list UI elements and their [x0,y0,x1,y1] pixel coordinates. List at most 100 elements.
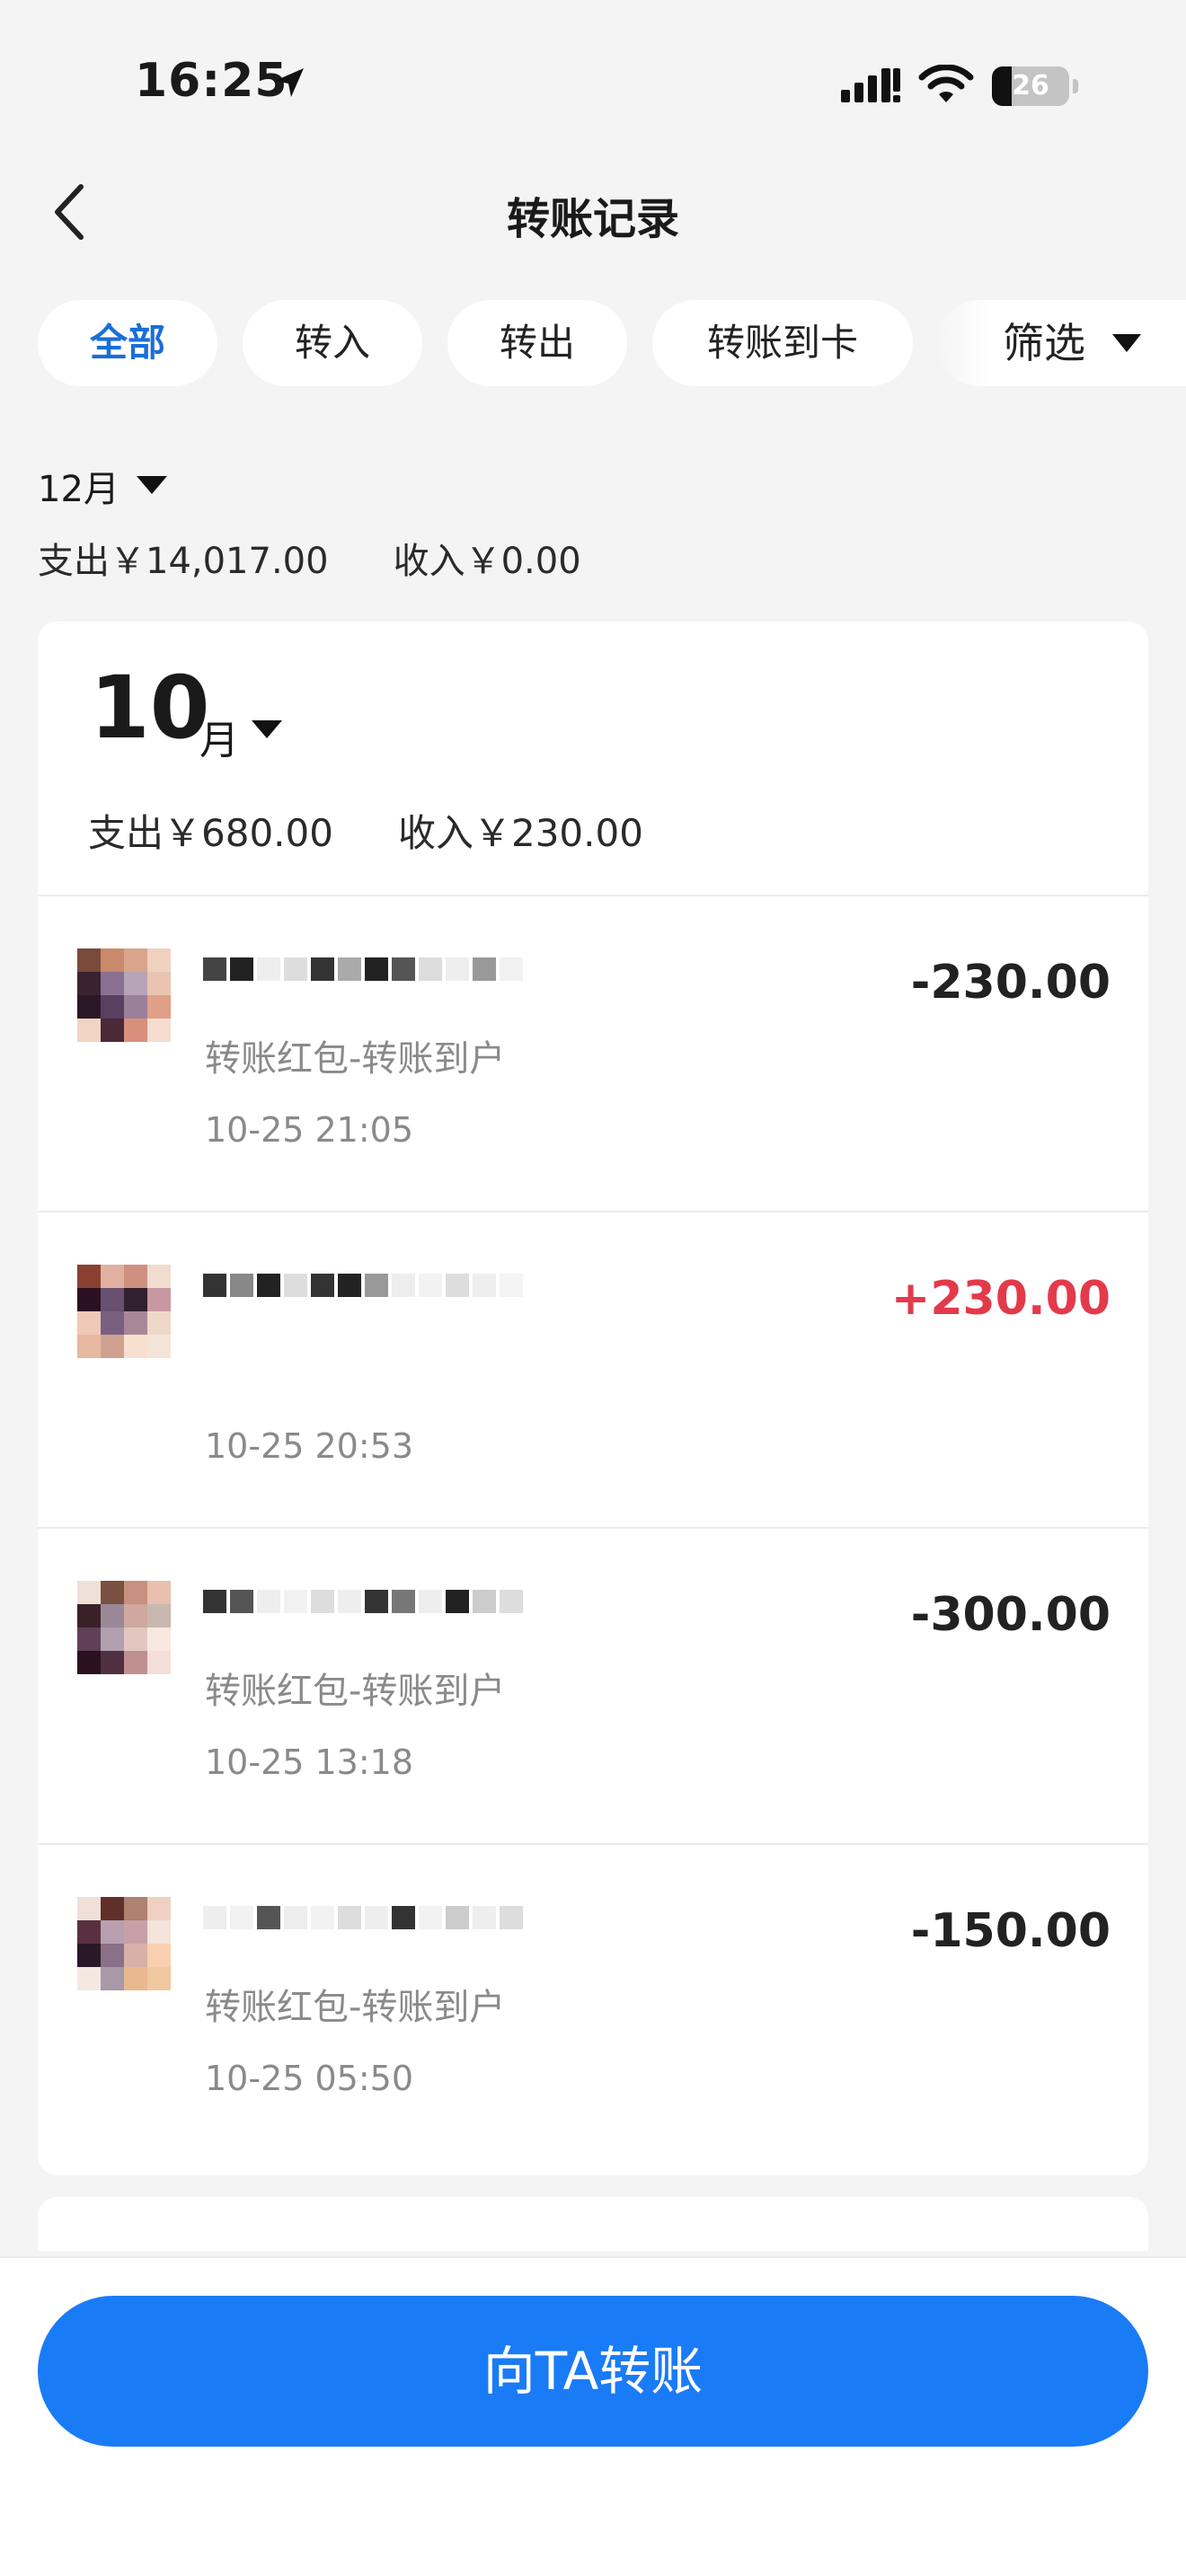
month-unit[interactable]: 月 [199,708,239,765]
avatar-pixel [101,1288,124,1311]
avatar-pixel [147,1288,171,1311]
expense-total: 支出￥14,017.00 [38,541,329,582]
blur-pixel [446,1274,469,1297]
blur-pixel [311,957,334,981]
expense-total: 支出￥680.00 [88,811,333,855]
blur-pixel [230,1274,253,1297]
blur-pixel [473,1274,496,1297]
avatar-pixel [124,1265,147,1288]
transaction-row[interactable]: 10-25 20:53 +230.00 [38,1211,1148,1527]
chip-all[interactable]: 全部 [38,300,217,386]
blur-pixel [500,1590,523,1613]
battery-icon: 26 [992,66,1069,106]
income-total: 收入￥0.00 [393,541,581,582]
month-summary: 支出￥680.00 收入￥230.00 [88,803,643,858]
avatar-pixel [124,1604,147,1628]
avatar-pixel [101,995,124,1019]
avatar-pixel [147,1335,171,1358]
avatar-pixel [101,1311,124,1335]
blur-pixel [365,957,388,981]
avatar-pixel [124,1019,147,1042]
blur-pixel [392,1590,415,1613]
battery-cap [1073,79,1078,93]
page-title: 转账记录 [506,194,679,244]
next-month-card [38,2197,1148,2251]
avatar-pixel [101,1335,124,1358]
transaction-desc: 转账红包-转账到户 [205,1038,506,1080]
filter-button[interactable]: 筛选 [936,300,1186,386]
blur-pixel [365,1274,388,1297]
transaction-row[interactable]: 转账红包-转账到户 10-25 21:05 -230.00 [38,895,1148,1211]
avatar-pixel [77,1651,101,1674]
transaction-amount: -300.00 [910,1588,1111,1642]
avatar-pixel [147,948,171,972]
month-selector-dec[interactable]: 12月 [38,460,119,512]
blur-pixel [257,1906,280,1929]
blur-pixel [338,957,361,981]
avatar-pixel [147,1265,171,1288]
location-arrow-icon [275,68,304,97]
blur-pixel [392,1906,415,1929]
blur-pixel [257,957,280,981]
blur-pixel [230,957,253,981]
month-card: 10 月 支出￥680.00 收入￥230.00 转账红包-转账到户 10-25 … [38,622,1148,2175]
transaction-row[interactable]: 转账红包-转账到户 10-25 05:50 -150.00 [38,1843,1148,2159]
avatar [77,1897,171,1990]
blur-pixel [311,1274,334,1297]
avatar-pixel [101,1628,124,1651]
avatar-pixel [101,1897,124,1920]
avatar-pixel [124,1581,147,1604]
caret-down-icon[interactable] [252,720,282,738]
filter-label: 筛选 [1003,319,1085,367]
avatar-pixel [101,1944,124,1967]
blur-pixel [284,1274,307,1297]
chip-outgoing[interactable]: 转出 [447,300,627,386]
avatar [77,1581,171,1674]
transfer-to-them-button[interactable]: 向TA转账 [38,2296,1148,2447]
blur-pixel [446,1590,469,1613]
avatar-pixel [77,1581,101,1604]
transaction-amount: -150.00 [910,1904,1111,1958]
month-summary-dec: 支出￥14,017.00 收入￥0.00 [38,532,581,584]
blurred-name [203,1581,634,1635]
transaction-time: 10-25 21:05 [205,1110,414,1150]
avatar-pixel [124,995,147,1019]
blur-pixel [473,1906,496,1929]
avatar-pixel [147,1651,171,1674]
blur-pixel [257,1590,280,1613]
avatar-pixel [124,1311,147,1335]
blur-pixel [311,1906,334,1929]
avatar-pixel [147,995,171,1019]
blur-pixel [257,1274,280,1297]
avatar-pixel [101,1019,124,1042]
avatar-pixel [124,1651,147,1674]
avatar-pixel [124,1335,147,1358]
avatar-pixel [77,1967,101,1990]
avatar-pixel [101,1651,124,1674]
transaction-amount: +230.00 [890,1272,1111,1326]
avatar-pixel [124,948,147,972]
avatar-pixel [124,1967,147,1990]
caret-down-icon[interactable] [137,476,167,494]
avatar-pixel [124,1944,147,1967]
blur-pixel [338,1590,361,1613]
avatar-pixel [101,948,124,972]
chip-incoming[interactable]: 转入 [243,300,422,386]
avatar-pixel [77,1604,101,1628]
chip-to-card[interactable]: 转账到卡 [652,300,913,386]
transaction-row[interactable]: 转账红包-转账到户 10-25 13:18 -300.00 [38,1527,1148,1843]
blurred-name [203,948,634,1002]
blur-pixel [419,1590,442,1613]
blur-pixel [284,957,307,981]
avatar-pixel [77,1288,101,1311]
transaction-time: 10-25 13:18 [205,1742,414,1782]
blur-pixel [284,1590,307,1613]
month-number[interactable]: 10 [90,665,210,751]
transaction-desc: 转账红包-转账到户 [205,1987,506,2028]
avatar-pixel [77,1628,101,1651]
avatar-pixel [77,972,101,995]
blur-pixel [419,1906,442,1929]
avatar-pixel [77,1019,101,1042]
avatar-pixel [124,1628,147,1651]
avatar-pixel [147,1019,171,1042]
